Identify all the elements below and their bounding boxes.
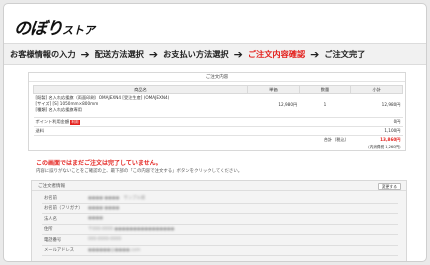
- table-row: 合計（税込） 13,860円: [34, 136, 403, 145]
- table-row: (内消費税 1,260円): [34, 144, 403, 151]
- row-value: ●●●● ●●●● サンプル様: [88, 195, 146, 201]
- customer-info-header: ご注文者情報 変更する: [32, 181, 406, 191]
- product-price: 12,980円: [247, 93, 300, 118]
- step-complete: ご注文完了: [324, 49, 366, 59]
- customer-info-title: ご注文者情報: [38, 184, 65, 189]
- customer-info-panel: ご注文者情報 変更する お名前 ●●●● ●●●● サンプル様 お名前（フリガナ…: [31, 180, 407, 261]
- points-value: 0円: [350, 117, 403, 127]
- page-frame: のぼりストア お客様情報の入力 ➔ 配送方法選択 ➔ お支払い方法選択 ➔ ご注…: [3, 3, 427, 262]
- total-value: 13,860円: [380, 137, 401, 142]
- order-summary-title: ご注文内容: [29, 73, 405, 82]
- header-product: 商品名: [32, 85, 249, 94]
- table-row: ポイント利用金額 利用 0円: [33, 117, 403, 127]
- points-label: ポイント利用金額: [35, 119, 70, 124]
- header-qty: 数量: [298, 85, 352, 94]
- total-label: 合計（税込）: [323, 137, 349, 142]
- order-table-header: 商品名 単価 数量 小計: [32, 85, 403, 94]
- table-row: お名前 ●●●● ●●●● サンプル様: [42, 193, 398, 204]
- product-type: [種類] 名入れ応援旗専用: [35, 107, 82, 112]
- step-confirm: ご注文内容確認: [247, 49, 306, 59]
- row-value: ●●●● ●●●●: [88, 205, 120, 211]
- logo-text-main: のぼり: [14, 19, 63, 39]
- product-subtotal: 12,980円: [350, 93, 403, 118]
- tax-note: (内消費税 1,260円): [368, 145, 401, 149]
- arrow-right-icon: ➔: [80, 47, 90, 61]
- order-summary-panel: ご注文内容 商品名 単価 数量 小計 [既製] 名入れ応援旗（両面印刷）OMAJ…: [28, 72, 406, 151]
- row-key: お名前（フリガナ）: [44, 206, 83, 212]
- row-value: 〒000-0000 ●●●●●●●●●●●●●●●●: [88, 227, 175, 233]
- shipping-value: 1,100円: [350, 126, 403, 136]
- edit-customer-button[interactable]: 変更する: [377, 182, 401, 190]
- customer-info-rows: お名前 ●●●● ●●●● サンプル様 お名前（フリガナ） ●●●● ●●●● …: [42, 193, 398, 256]
- table-row: 電話番号 000-0000-0000: [42, 235, 398, 246]
- row-value: ●●●●: [88, 216, 103, 222]
- arrow-right-icon: ➔: [310, 47, 320, 61]
- header-subtotal: 小計: [350, 85, 403, 94]
- row-key: メールアドレス: [44, 248, 75, 254]
- table-row: 法人名 ●●●●: [42, 214, 398, 225]
- step-shipping: 配送方法選択: [94, 49, 144, 59]
- shipping-label: 送料: [33, 126, 351, 136]
- step-customer-info: お客様情報の入力: [10, 49, 76, 59]
- checkout-steps: お客様情報の入力 ➔ 配送方法選択 ➔ お支払い方法選択 ➔ ご注文内容確認 ➔…: [4, 43, 426, 65]
- row-key: 住所: [44, 227, 53, 233]
- confirm-instruction: 内容に誤りがないことをご確認の上、最下部の「この内容で注文する」ボタンをクリック…: [36, 169, 243, 174]
- table-row: [既製] 名入れ応援旗（両面印刷）OMAJEXN4 [受注生産] (OMAJEX…: [33, 93, 403, 118]
- not-complete-warning: この画面ではまだご注文は完了していません。: [36, 160, 162, 167]
- arrow-right-icon: ➔: [233, 47, 243, 61]
- header-price: 単価: [247, 85, 300, 94]
- table-row: メールアドレス ●●●●●●@●●●●.com: [42, 246, 398, 256]
- logo-text-sub: ストア: [62, 24, 95, 37]
- row-key: 電話番号: [44, 237, 62, 243]
- row-key: 法人名: [44, 216, 57, 222]
- step-payment: お支払い方法選択: [163, 49, 229, 59]
- table-row: お名前（フリガナ） ●●●● ●●●●: [42, 204, 398, 214]
- product-qty: 1: [299, 93, 351, 118]
- points-badge: 利用: [70, 120, 80, 125]
- store-logo[interactable]: のぼりストア: [14, 14, 95, 39]
- row-value: ●●●●●●@●●●●.com: [88, 247, 141, 253]
- arrow-right-icon: ➔: [148, 47, 159, 61]
- row-value: 000-0000-0000: [88, 237, 122, 243]
- table-row: 送料 1,100円: [33, 126, 403, 136]
- row-key: お名前: [44, 195, 57, 201]
- table-row: 住所 〒000-0000 ●●●●●●●●●●●●●●●●: [42, 225, 398, 235]
- order-table: 商品名 単価 数量 小計 [既製] 名入れ応援旗（両面印刷）OMAJEXN4 […: [32, 85, 403, 151]
